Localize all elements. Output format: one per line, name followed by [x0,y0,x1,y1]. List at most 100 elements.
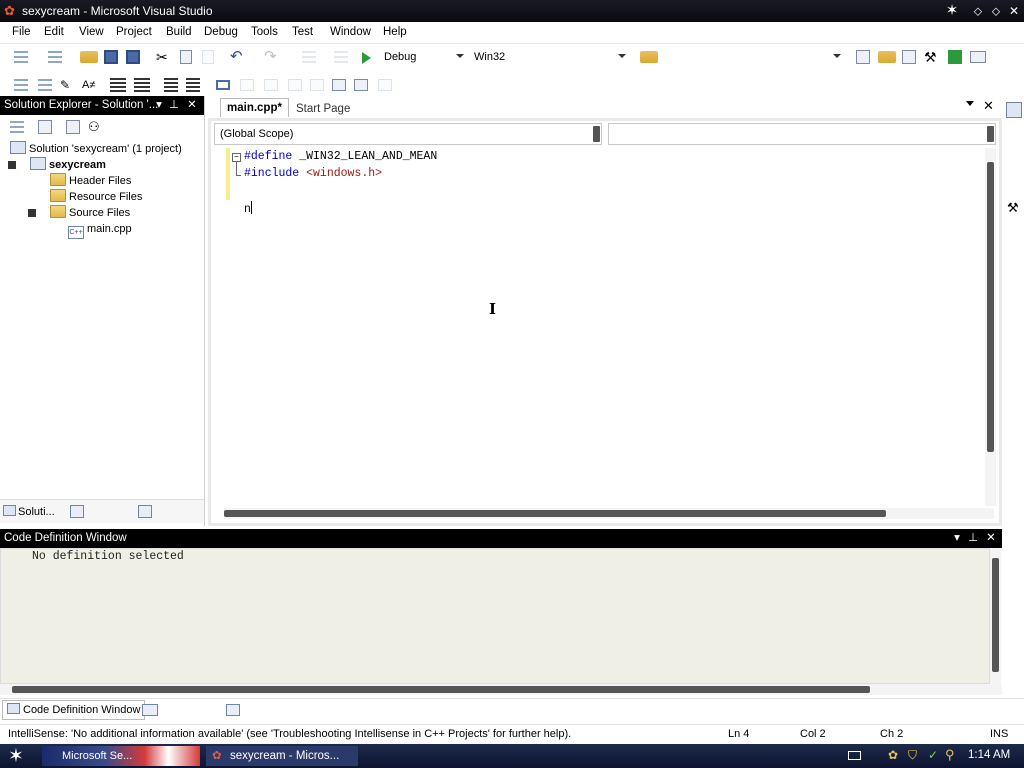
tab-call-browser[interactable] [142,704,158,716]
scope-dropdown-button[interactable] [593,126,600,142]
taskbar-item-2[interactable]: ✿ sexycream - Micros... [206,746,358,766]
collapse-icon[interactable] [8,161,16,169]
class-diagram-icon[interactable]: ⚇ [88,118,106,136]
shield-icon[interactable]: ⛉ [908,748,917,763]
object-browser-icon[interactable] [902,50,916,64]
save-icon[interactable] [104,50,118,64]
start-page-icon[interactable] [948,50,962,64]
tray-icon[interactable]: ✿ [888,748,898,762]
save-all-icon[interactable] [126,50,140,64]
increase-indent-icon[interactable] [134,78,150,92]
undo-icon[interactable]: ↶ [230,48,248,66]
solution-node[interactable]: Solution 'sexycream' (1 project) [10,141,182,157]
keyboard-icon[interactable] [848,751,861,760]
close-icon[interactable]: ✕ [984,529,998,548]
pin-icon[interactable]: ⊥ [966,529,980,548]
cdw-vertical-scrollbar[interactable] [990,548,1001,684]
prev-bookmark-doc-icon[interactable] [332,79,346,91]
tree-folder-resource-files[interactable]: Resource Files [50,189,142,205]
code-definition-body[interactable]: No definition selected [0,548,990,684]
properties-icon[interactable] [8,118,26,136]
scrollbar-thumb[interactable] [224,510,886,517]
cdw-horizontal-scrollbar[interactable] [0,684,1002,695]
bottom-panel-tabs: Code Definition Window [0,698,1024,722]
tab-class-view[interactable] [70,505,84,518]
maximize-button[interactable]: ⬦ [988,3,1004,19]
editor-vertical-scrollbar[interactable] [985,148,996,506]
copy-icon[interactable] [180,50,192,64]
display-object-icon[interactable] [12,76,30,94]
project-node[interactable]: sexycream [30,157,106,173]
editor-horizontal-scrollbar[interactable] [224,508,994,519]
tab-main-cpp[interactable]: main.cpp* [220,98,289,117]
find-combo[interactable] [660,48,845,66]
menu-edit[interactable]: Edit [44,26,64,38]
menu-build[interactable]: Build [166,26,192,38]
scrollbar-thumb[interactable] [992,558,999,672]
toolbox-icon[interactable]: ⚒ [1007,200,1019,216]
close-star-icon[interactable]: ✶ [944,3,960,19]
tree-folder-header-files[interactable]: Header Files [50,173,131,189]
tree-file-main-cpp[interactable]: C++ main.cpp [68,221,132,239]
collapse-outline-icon[interactable]: − [232,153,241,162]
close-icon[interactable]: ✕ [983,98,994,114]
collapse-icon[interactable] [28,209,36,217]
decrease-indent-icon[interactable] [110,78,126,92]
minimize-button[interactable]: ⬦ [970,3,986,19]
scope-dropdown[interactable]: (Global Scope) [214,123,602,145]
comment-icon[interactable] [164,78,178,92]
keyword: #define [244,150,293,163]
toolbox-icon[interactable]: ⚒ [924,48,942,66]
close-icon[interactable]: ✕ [185,96,199,115]
open-icon[interactable] [80,51,98,63]
quick-info-icon[interactable]: ✎ [60,76,78,94]
complete-word-icon[interactable]: A≠ [82,76,100,94]
chevron-down-icon[interactable]: ▾ [152,96,166,115]
parameter-info-icon[interactable] [36,76,54,94]
menu-help[interactable]: Help [383,26,407,38]
search-icon[interactable]: ⚲ [945,747,955,763]
menu-window[interactable]: Window [330,26,371,38]
view-code-icon[interactable] [66,120,80,134]
menu-tools[interactable]: Tools [251,26,278,38]
menu-file[interactable]: File [12,26,31,38]
tab-property-manager[interactable] [138,505,152,518]
cut-icon[interactable]: ✂ [156,48,174,66]
add-item-icon[interactable] [46,48,64,66]
find-in-files-icon[interactable] [640,51,658,63]
server-explorer-icon[interactable] [1006,102,1022,118]
menu-debug[interactable]: Debug [204,26,238,38]
chevron-down-icon[interactable]: ▾ [950,529,964,548]
code-editor[interactable]: − #define _WIN32_LEAN_AND_MEAN #include … [224,148,994,506]
tab-code-definition-window[interactable]: Code Definition Window [2,700,146,720]
tab-output[interactable] [226,704,240,716]
solution-explorer-icon[interactable] [856,50,870,64]
solution-label: Solution 'sexycream' (1 project) [29,143,182,155]
properties-icon[interactable] [878,51,896,63]
tab-solution-explorer[interactable]: Soluti... [3,505,55,518]
new-project-icon[interactable] [12,48,30,66]
tab-start-page[interactable]: Start Page [290,100,356,119]
bookmark-icon[interactable] [216,80,230,90]
menu-view[interactable]: View [79,26,104,38]
taskbar-item-1[interactable]: Microsoft Se... [42,746,200,766]
pin-icon[interactable]: ⊥ [167,96,181,115]
member-dropdown[interactable] [608,123,996,145]
start-debug-icon[interactable] [362,52,371,64]
scrollbar-thumb[interactable] [987,162,994,452]
network-icon[interactable]: ✓ [928,748,938,762]
platform-dropdown[interactable]: Win32 [470,48,630,66]
next-bookmark-doc-icon[interactable] [354,79,368,91]
menu-project[interactable]: Project [116,26,152,38]
menu-test[interactable]: Test [292,26,313,38]
close-button[interactable]: ✕ [1006,3,1022,19]
scrollbar-thumb[interactable] [12,686,870,693]
member-dropdown-button[interactable] [987,126,994,142]
chevron-down-icon[interactable] [966,101,974,106]
start-icon[interactable]: ✶ [8,745,24,768]
tree-folder-source-files[interactable]: Source Files [50,205,130,221]
window-icon[interactable] [970,51,986,63]
uncomment-icon[interactable] [186,78,200,92]
config-dropdown[interactable]: Debug [380,48,468,66]
show-all-files-icon[interactable] [38,120,52,134]
